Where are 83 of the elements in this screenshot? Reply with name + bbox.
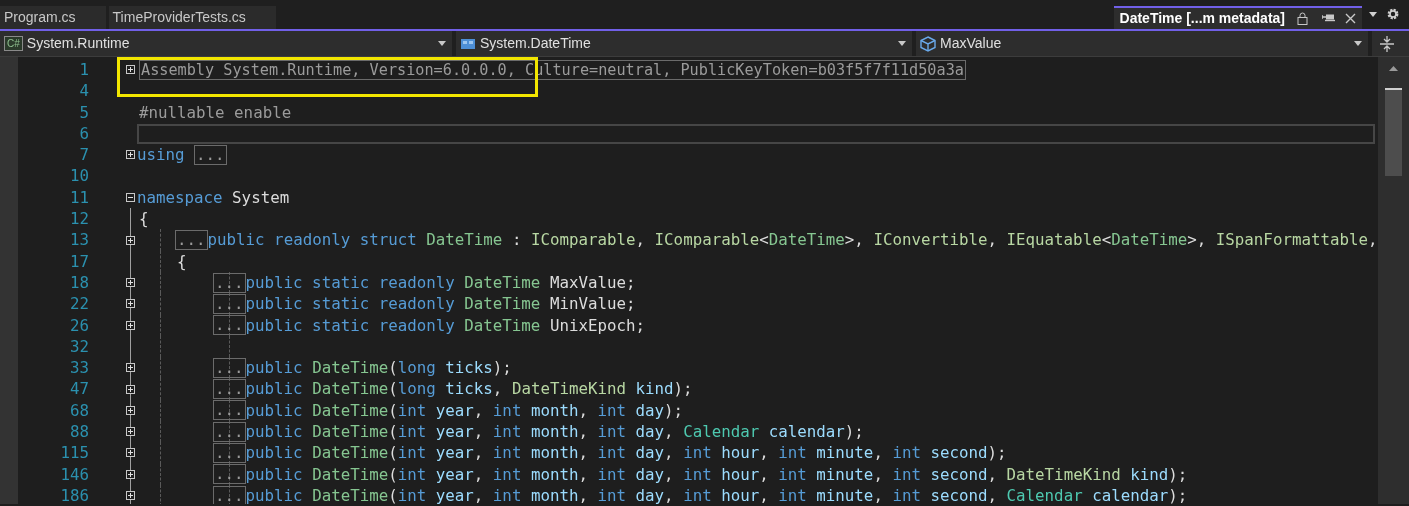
- collapsed-code-box[interactable]: ...: [213, 443, 246, 463]
- expand-icon[interactable]: [125, 150, 135, 160]
- line-number: 32: [68, 335, 89, 358]
- collapse-icon[interactable]: [125, 192, 135, 202]
- cube-icon[interactable]: [920, 35, 936, 52]
- language-badge: C#: [4, 36, 23, 51]
- struct-icon[interactable]: [460, 36, 476, 51]
- line-number: 11: [68, 186, 89, 209]
- line-number: 4: [78, 80, 89, 102]
- close-icon[interactable]: [1345, 13, 1356, 24]
- tab[interactable]: TimeProviderTests.cs: [108, 6, 276, 29]
- code-text: #nullable enable: [139, 101, 292, 123]
- expand-icon[interactable]: [125, 427, 135, 437]
- expand-icon[interactable]: [125, 299, 135, 309]
- settings-icon[interactable]: [1386, 7, 1400, 21]
- expand-icon[interactable]: [125, 65, 135, 75]
- code-text: public static readonly DateTime MaxValue;: [245, 271, 636, 294]
- code-text: public DateTime(int year, int month, int day, int hour, int minute, int second);: [245, 442, 1007, 464]
- code-text: public DateTime(int year, int month, int day, int hour, int minute, int second, DateTimeKind kind);: [245, 463, 1188, 485]
- line-number: 146: [59, 463, 89, 485]
- expand-icon[interactable]: [125, 320, 135, 330]
- expand-icon[interactable]: [125, 278, 135, 288]
- dropdown-caret-icon[interactable]: [898, 41, 906, 46]
- line-number: 12: [68, 208, 89, 230]
- collapsed-code-box[interactable]: ...: [194, 144, 227, 165]
- collapsed-code-box[interactable]: ...: [213, 421, 246, 442]
- collapsed-code-box[interactable]: ...: [213, 272, 246, 293]
- split-window-icon[interactable]: [1379, 34, 1395, 53]
- collapsed-code-box[interactable]: ...: [213, 293, 246, 314]
- code-text: public DateTime(int year, int month, int day);: [245, 399, 684, 422]
- code-text: namespace System: [137, 186, 290, 209]
- code-text: public static readonly DateTime UnixEpoch;: [245, 314, 645, 336]
- tab[interactable]: Program.cs: [0, 6, 106, 29]
- line-number: 88: [68, 421, 89, 443]
- line-number: 26: [68, 314, 89, 336]
- line-number: 10: [68, 165, 89, 187]
- line-number: 33: [68, 357, 89, 379]
- tab[interactable]: DateTime [...m metadata]: [1113, 6, 1362, 29]
- expand-icon[interactable]: [125, 405, 135, 415]
- line-number: 5: [78, 101, 89, 123]
- dropdown-caret-icon[interactable]: [1354, 41, 1362, 46]
- collapsed-code-box[interactable]: ...: [213, 357, 246, 378]
- dropdown-label[interactable]: System.DateTime: [480, 33, 894, 54]
- dropdown-caret-icon[interactable]: [1369, 12, 1377, 17]
- pin-icon[interactable]: [1322, 13, 1335, 24]
- line-number: 13: [68, 229, 89, 251]
- expand-icon[interactable]: [125, 491, 135, 501]
- expand-icon[interactable]: [125, 235, 135, 245]
- line-number: 6: [78, 122, 89, 145]
- line-number: 17: [68, 250, 89, 272]
- code-text: public DateTime(int year, int month, int day, Calendar calendar);: [245, 421, 864, 443]
- collapsed-code-box[interactable]: ...: [213, 400, 246, 421]
- expand-icon[interactable]: [125, 469, 135, 479]
- code-text: {: [177, 250, 187, 272]
- collapsed-code-box[interactable]: ...: [213, 315, 246, 336]
- collapsed-code-box[interactable]: ...: [213, 379, 246, 400]
- line-number: 115: [59, 442, 89, 464]
- line-number: 22: [68, 293, 89, 315]
- expand-icon[interactable]: [125, 384, 135, 394]
- code-text: public readonly struct DateTime : IComparable, IComparable<DateTime>, IConvertible, IEquatable<DateTime>, ISpanFormattable,: [207, 229, 1378, 251]
- line-number: 186: [59, 484, 89, 504]
- collapsed-code-box[interactable]: ...: [213, 464, 246, 485]
- dropdown-label[interactable]: MaxValue: [940, 33, 1350, 54]
- line-number: 47: [68, 378, 89, 400]
- code-text: public DateTime(int year, int month, int day, int hour, int minute, int second, Calendar calendar);: [245, 484, 1188, 504]
- code-text: public static readonly DateTime MinValue;: [245, 293, 636, 315]
- code-text: {: [139, 208, 149, 230]
- code-text: using: [137, 144, 186, 166]
- collapsed-code-box[interactable]: ...: [175, 230, 208, 250]
- line-number: 18: [68, 271, 89, 294]
- dropdown-caret-icon[interactable]: [438, 41, 446, 46]
- code-text: public DateTime(long ticks);: [245, 357, 512, 379]
- expand-icon[interactable]: [125, 363, 135, 373]
- dropdown-label[interactable]: System.Runtime: [26, 33, 434, 54]
- collapsed-code-box[interactable]: ...: [213, 485, 246, 504]
- expand-icon[interactable]: [125, 448, 135, 458]
- line-number: 68: [68, 399, 89, 422]
- code-text: public DateTime(long ticks, DateTimeKind kind);: [245, 378, 693, 400]
- line-number: 7: [78, 144, 89, 166]
- scroll-up-icon[interactable]: [1389, 66, 1398, 71]
- line-number: 1: [78, 59, 89, 81]
- scrollbar-thumb[interactable]: [1385, 88, 1402, 176]
- lock-icon[interactable]: [1297, 12, 1308, 25]
